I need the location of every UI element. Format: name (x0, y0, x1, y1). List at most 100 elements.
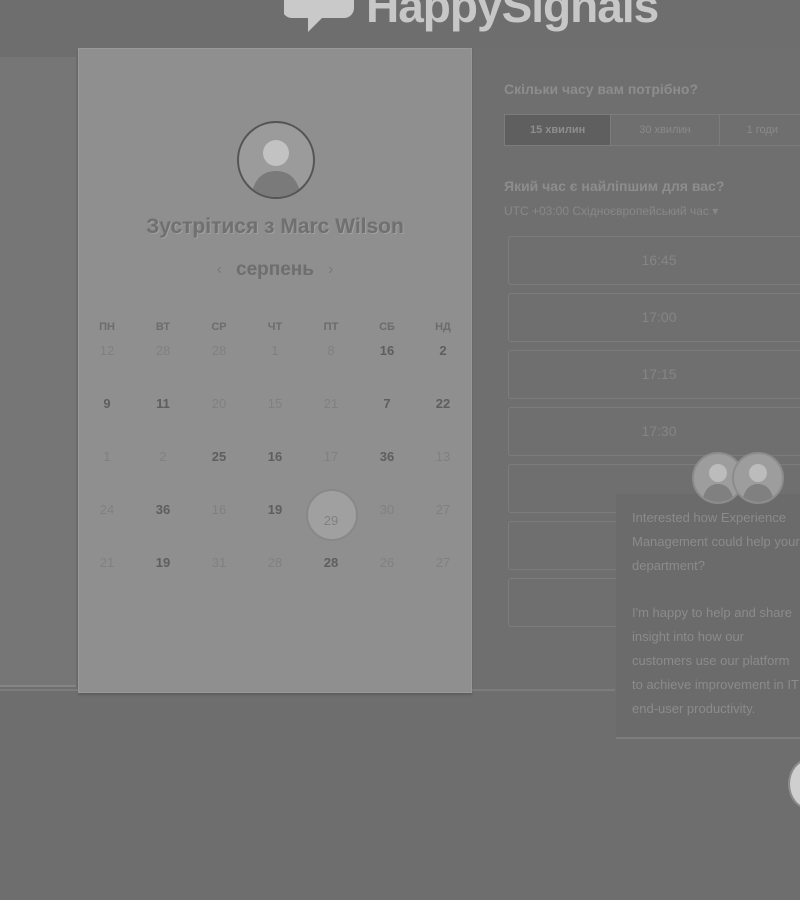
calendar-day-number: 16 (379, 343, 395, 358)
calendar-day-number: 29 (323, 513, 339, 528)
timezone-selector[interactable]: UTC +03:00 Східноєвропейський час ▾ (504, 204, 718, 218)
calendar-day: 12 (79, 339, 135, 392)
calendar-day[interactable]: 19 (247, 498, 303, 551)
calendar-day: 1 (79, 445, 135, 498)
chat-message: Interested how Experience Management cou… (632, 506, 800, 744)
month-name: серпень (236, 259, 314, 280)
calendar-day: 13 (415, 445, 471, 498)
calendar-day-number: 21 (99, 555, 115, 570)
agent-avatar (732, 452, 784, 504)
calendar-day-number: 26 (379, 555, 395, 570)
weekday-label: СР (211, 321, 227, 333)
duration-tabs: 15 хвилин 30 хвилин 1 годи (504, 114, 800, 146)
calendar-day-number: 9 (103, 396, 111, 411)
calendar-day-number: 28 (323, 555, 339, 570)
calendar-day-number: 11 (156, 396, 170, 411)
calendar-day: 20 (191, 392, 247, 445)
calendar-day-number: 1 (271, 343, 279, 358)
calendar-day-number: 1 (103, 449, 111, 464)
chat-launcher-button[interactable] (788, 758, 800, 810)
calendar-day: 26 (359, 551, 415, 604)
avatar (237, 121, 315, 199)
calendar-day-number: 21 (323, 396, 339, 411)
calendar-day-selected[interactable]: 29 (303, 489, 359, 551)
weekday-label: ЧТ (267, 321, 283, 333)
calendar-day-number: 8 (327, 343, 335, 358)
chat-bubble-logo-icon (284, 0, 356, 34)
calendar-day-number: 7 (383, 396, 391, 411)
calendar-day[interactable]: 9 (79, 392, 135, 445)
calendar-day-number: 28 (267, 555, 283, 570)
calendar-day: 28 (191, 339, 247, 392)
chevron-right-icon[interactable]: › (328, 261, 333, 279)
timezone-label: UTC +03:00 Східноєвропейський час (504, 204, 709, 218)
duration-question: Скільки часу вам потрібно? (504, 81, 699, 97)
calendar-day: 2 (135, 445, 191, 498)
calendar-day-number: 17 (323, 449, 339, 464)
calendar-day-number: 20 (211, 396, 227, 411)
calendar-day-number: 19 (267, 502, 283, 517)
time-slot-button[interactable]: 17:15 (508, 350, 800, 399)
weekday-label: СБ (379, 321, 395, 333)
time-question: Який час є найліпшим для вас? (504, 178, 725, 194)
calendar-day: 31 (191, 551, 247, 604)
calendar-day-number: 24 (99, 502, 115, 517)
calendar-day[interactable]: 16 (247, 445, 303, 498)
calendar-day[interactable]: 36 (135, 498, 191, 551)
calendar-day[interactable]: 19 (135, 551, 191, 604)
calendar-day: 21 (303, 392, 359, 445)
time-slot-button[interactable]: 17:00 (508, 293, 800, 342)
calendar-day-number: 25 (211, 449, 227, 464)
calendar-day: 16 (191, 498, 247, 551)
calendar-day: 1 (247, 339, 303, 392)
calendar-day-number: 28 (155, 343, 171, 358)
calendar-day-number: 12 (99, 343, 115, 358)
calendar-day-number: 19 (155, 555, 171, 570)
calendar-day: 27 (415, 551, 471, 604)
chat-paragraph: I'm happy to help and share insight into… (632, 605, 799, 716)
calendar-day: 15 (247, 392, 303, 445)
weekday-label: ПТ (323, 321, 339, 333)
calendar-day[interactable]: 16 (359, 339, 415, 392)
calendar-day[interactable]: 11 (135, 392, 191, 445)
calendar-day-number: 27 (435, 502, 451, 517)
chevron-left-icon[interactable]: ‹ (217, 261, 222, 279)
calendar-day: 30 (359, 498, 415, 551)
calendar-day[interactable]: 7 (359, 392, 415, 445)
duration-30-button[interactable]: 30 хвилин (611, 115, 720, 145)
calendar-day[interactable]: 2 (415, 339, 471, 392)
calendar-day[interactable]: 25 (191, 445, 247, 498)
calendar-day[interactable]: 28 (303, 551, 359, 604)
calendar-day-number: 28 (211, 343, 227, 358)
calendar-day: 21 (79, 551, 135, 604)
time-slot-button[interactable]: 17:30 (508, 407, 800, 456)
meeting-title: Зустрітися з Marc Wilson (146, 215, 404, 238)
calendar-day-number: 36 (155, 502, 171, 517)
weekday-label: ВТ (155, 321, 171, 333)
calendar-day-number: 27 (435, 555, 451, 570)
calendar-day[interactable]: 36 (359, 445, 415, 498)
calendar-grid: 12 28 28 1 8 16 2 9 11 20 15 21 7 22 1 2 25 16 17 36 13 24 36 1… (79, 339, 471, 604)
calendar-day: 28 (135, 339, 191, 392)
duration-60-button[interactable]: 1 годи (720, 115, 800, 145)
chat-paragraph: Interested how Experience Management cou… (632, 510, 800, 573)
caret-down-icon: ▾ (712, 204, 719, 218)
calendar-day[interactable]: 22 (415, 392, 471, 445)
calendar-day-number: 13 (435, 449, 451, 464)
calendar-card: Зустрітися з Marc Wilson ‹ серпень › ПН В… (78, 48, 472, 693)
calendar-day: 24 (79, 498, 135, 551)
calendar-day-number: 31 (211, 555, 227, 570)
brand-logo: HappySignals (284, 0, 659, 34)
weekday-label: НД (435, 321, 451, 333)
duration-15-button[interactable]: 15 хвилин (505, 115, 612, 145)
time-slot-button[interactable]: 16:45 (508, 236, 800, 285)
calendar-day: 27 (415, 498, 471, 551)
calendar-day-number: 16 (267, 449, 283, 464)
brand-name: HappySignals (366, 0, 659, 32)
calendar-day: 8 (303, 339, 359, 392)
calendar-day-number: 22 (435, 396, 451, 411)
weekday-label: ПН (99, 321, 115, 333)
weekday-header: ПН ВТ СР ЧТ ПТ СБ НД (79, 321, 471, 333)
chat-agents (692, 452, 784, 504)
calendar-day-number: 16 (211, 502, 227, 517)
